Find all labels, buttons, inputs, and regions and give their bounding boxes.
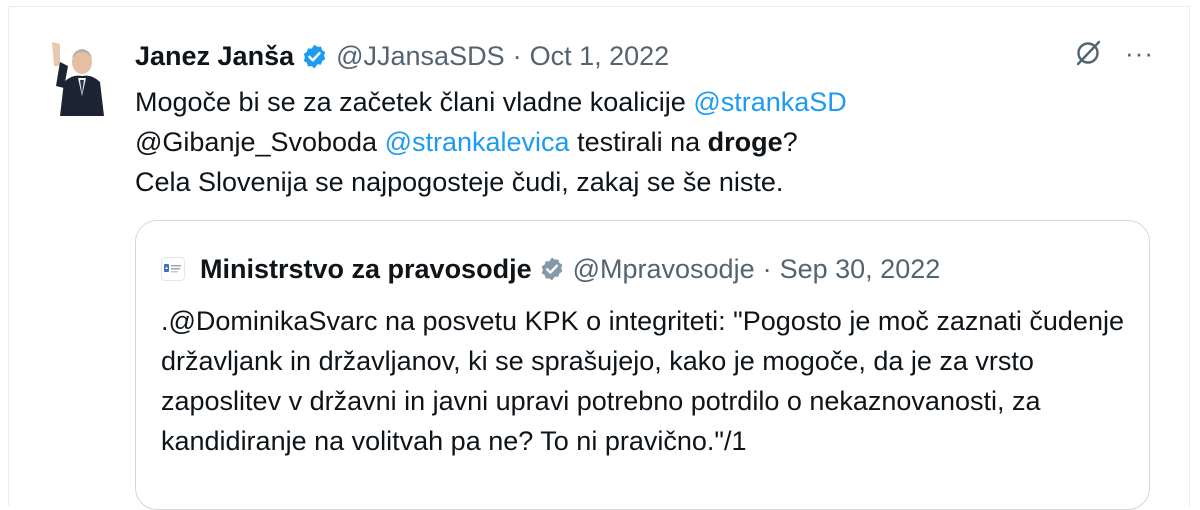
tweet-text-line1: Mogoče bi se za začetek člani vladne koa… (135, 87, 694, 117)
grok-icon[interactable] (1073, 38, 1103, 68)
author-avatar[interactable] (42, 36, 114, 116)
quoted-avatar[interactable] (161, 257, 185, 281)
tweet-text-line3: Cela Slovenija se najpogosteje čudi, zak… (135, 167, 784, 197)
author-name[interactable]: Janez Janša (135, 41, 294, 72)
tweet-text-line2-end: ? (782, 127, 798, 157)
tweet-text-bold: droge (707, 127, 783, 157)
tweet-text-line2-middle: testirali na (569, 127, 708, 157)
mention-strankasd[interactable]: @strankaSD (693, 87, 846, 117)
ministry-logo-icon (164, 264, 181, 273)
author-handle[interactable]: @JJansaSDS (336, 41, 504, 72)
tweet-actions: ··· (1073, 38, 1154, 68)
header-separator: · (512, 40, 522, 71)
tweet-date[interactable]: Oct 1, 2022 (530, 41, 670, 72)
quoted-header-separator: · (762, 253, 772, 284)
mention-strankalevica[interactable]: @strankalevica (385, 127, 570, 157)
tweet-text: Mogoče bi se za začetek člani vladne koa… (135, 82, 1135, 202)
text-space (377, 127, 385, 157)
quoted-tweet-text: .@DominikaSvarc na posvetu KPK o integri… (161, 306, 1124, 456)
tweet-header: Janez Janša @JJansaSDS · Oct 1, 2022 (135, 38, 669, 74)
quoted-author-handle[interactable]: @Mpravosodje (573, 254, 755, 285)
quoted-tweet[interactable]: Ministrstvo za pravosodje @Mpravosodje ·… (135, 220, 1150, 510)
verified-badge-icon (303, 44, 326, 68)
mention-gibanje-svoboda: @Gibanje_Svoboda (135, 127, 378, 157)
quoted-tweet-header: Ministrstvo za pravosodje @Mpravosodje ·… (161, 251, 940, 287)
more-icon[interactable]: ··· (1125, 40, 1154, 66)
quoted-author-name[interactable]: Ministrstvo za pravosodje (200, 254, 532, 285)
quoted-tweet-date[interactable]: Sep 30, 2022 (780, 254, 941, 285)
verified-gray-badge-icon (541, 257, 562, 281)
